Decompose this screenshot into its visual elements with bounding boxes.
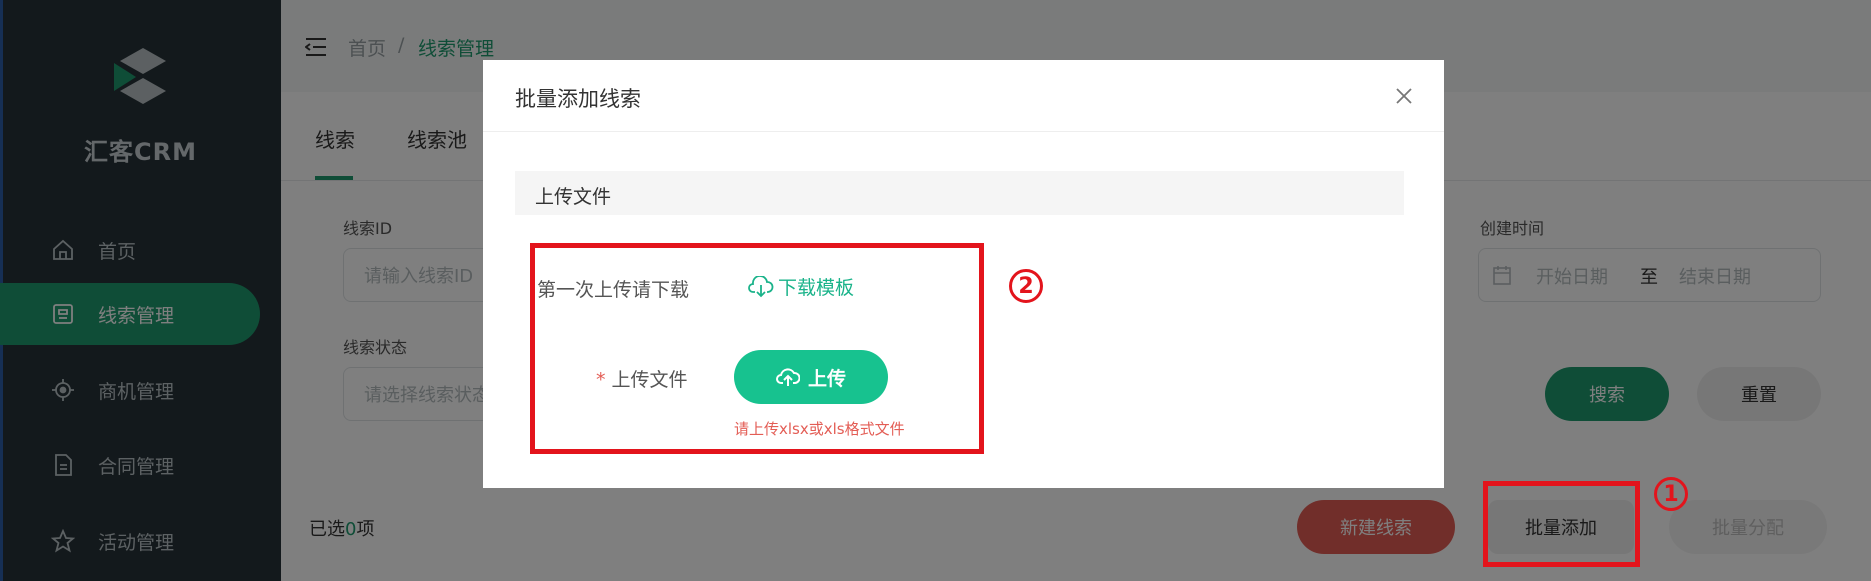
annotation-box-upload — [530, 243, 984, 454]
dialog-header: 批量添加线索 — [483, 60, 1444, 132]
dialog-title: 批量添加线索 — [515, 87, 641, 111]
upload-section-header: 上传文件 — [515, 171, 1404, 215]
annotation-box-batch-add — [1483, 481, 1640, 567]
annotation-marker-1: 1 — [1654, 477, 1688, 511]
annotation-marker-2: 2 — [1009, 269, 1043, 303]
close-icon[interactable] — [1395, 87, 1413, 105]
section-title: 上传文件 — [535, 186, 612, 208]
